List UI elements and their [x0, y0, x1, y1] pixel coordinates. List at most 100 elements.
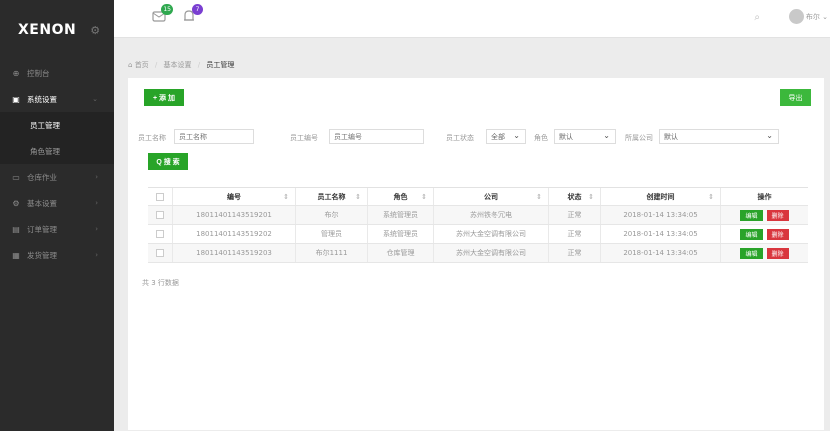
- cell-id: 18011401143519201: [173, 206, 296, 224]
- select-all-checkbox[interactable]: [156, 192, 164, 201]
- message-badge: 15: [161, 4, 173, 15]
- chevron-down-icon: ⌄: [766, 131, 773, 140]
- cell-company: 苏州大金空调有限公司: [434, 225, 549, 243]
- col-header-label: 创建时间: [646, 192, 675, 201]
- sidebar-item-system-settings[interactable]: ▣ 系统设置 ⌄: [0, 86, 114, 112]
- col-header-company[interactable]: 公司 ⇕: [434, 188, 549, 205]
- message-button[interactable]: 15: [150, 4, 173, 25]
- row-checkbox[interactable]: [156, 211, 164, 219]
- cell-created: 2018-01-14 13:34:05: [601, 225, 721, 243]
- sort-icon: ⇕: [283, 192, 289, 201]
- table-row: 18011401143519201 布尔 系统管理员 苏州铁冬冗电 正常 201…: [148, 206, 808, 225]
- sidebar-item-dashboard[interactable]: ⊕ 控制台: [0, 60, 114, 86]
- col-header-status[interactable]: 状态 ⇕: [549, 188, 601, 205]
- notification-badge: 7: [192, 4, 203, 15]
- status-select[interactable]: 全部 ⌄: [486, 129, 526, 144]
- delete-button[interactable]: 删除: [766, 228, 789, 240]
- employee-id-input[interactable]: [329, 129, 424, 144]
- avatar[interactable]: [789, 9, 804, 24]
- globe-icon: ⊕: [12, 68, 20, 78]
- sidebar-item-label: 系统设置: [27, 94, 57, 104]
- col-header-label: 编号: [227, 192, 241, 201]
- company-select[interactable]: 默认 ⌄: [659, 129, 779, 144]
- box-icon: ▦: [12, 250, 20, 260]
- role-select-value: 默认: [559, 132, 573, 141]
- col-header-role[interactable]: 角色 ⇕: [368, 188, 434, 205]
- logo: XENON: [18, 22, 77, 38]
- company-select-value: 默认: [664, 132, 678, 141]
- cell-actions: 编辑 删除: [721, 225, 808, 243]
- sidebar-subitem-role[interactable]: 角色管理: [0, 138, 114, 164]
- chevron-right-icon: ›: [95, 173, 98, 181]
- sidebar-subitem-employee[interactable]: 员工管理: [0, 112, 114, 138]
- status-select-value: 全部: [491, 132, 505, 141]
- topbar: 15 7 ⌕ 布尔 ⌄: [114, 0, 830, 38]
- col-header-label: 公司: [484, 192, 498, 201]
- add-button[interactable]: + 添 加: [144, 89, 184, 106]
- delete-button[interactable]: 删除: [766, 247, 789, 259]
- role-filter-label: 角色: [534, 134, 548, 142]
- chevron-down-icon: ⌄: [92, 95, 98, 103]
- sidebar-item-warehouse[interactable]: ▭ 仓库作业 ›: [0, 164, 114, 190]
- breadcrumb: ⌂ 首页 / 基本设置 / 员工管理: [128, 60, 234, 70]
- breadcrumb-separator: /: [154, 61, 158, 69]
- chevron-right-icon: ›: [95, 225, 98, 233]
- chevron-right-icon: ›: [95, 251, 98, 259]
- desktop-icon: ▭: [12, 172, 20, 182]
- sidebar-submenu: 员工管理 角色管理: [0, 112, 114, 164]
- col-header-label: 操作: [757, 192, 772, 201]
- breadcrumb-level1[interactable]: 基本设置: [164, 61, 192, 69]
- row-checkbox[interactable]: [156, 249, 164, 257]
- sidebar-item-label: 发货管理: [27, 250, 57, 260]
- cell-actions: 编辑 删除: [721, 206, 808, 224]
- cell-id: 18011401143519203: [173, 244, 296, 262]
- sidebar-item-label: 基本设置: [27, 198, 57, 208]
- notification-button[interactable]: 7: [180, 4, 203, 25]
- search-icon[interactable]: ⌕: [754, 12, 760, 23]
- company-filter-label: 所属公司: [625, 134, 653, 142]
- breadcrumb-home[interactable]: 首页: [135, 61, 149, 69]
- chevron-down-icon: ⌄: [603, 131, 610, 140]
- breadcrumb-separator: /: [197, 61, 201, 69]
- breadcrumb-current: 员工管理: [206, 61, 235, 69]
- col-header-label: 角色: [393, 192, 408, 201]
- cell-created: 2018-01-14 13:34:05: [601, 206, 721, 224]
- role-select[interactable]: 默认 ⌄: [554, 129, 616, 144]
- row-checkbox[interactable]: [156, 230, 164, 238]
- export-button[interactable]: 导出: [780, 89, 811, 106]
- edit-button[interactable]: 编辑: [740, 247, 763, 259]
- sort-icon: ⇕: [536, 192, 542, 201]
- cell-name: 布尔: [296, 206, 368, 224]
- cell-id: 18011401143519202: [173, 225, 296, 243]
- sidebar: XENON ⚙ ⊕ 控制台 ▣ 系统设置 ⌄ 员工管理 角色管理 ▭ 仓库作业 …: [0, 0, 114, 431]
- sidebar-item-shipping[interactable]: ▦ 发货管理 ›: [0, 242, 114, 268]
- cell-role: 系统管理员: [368, 225, 434, 243]
- cell-status: 正常: [549, 244, 601, 262]
- employee-name-input[interactable]: [174, 129, 254, 144]
- select-all-cell: [148, 188, 173, 205]
- cell-created: 2018-01-14 13:34:05: [601, 244, 721, 262]
- sidebar-item-basic-settings[interactable]: ⚙ 基本设置 ›: [0, 190, 114, 216]
- logo-row: XENON ⚙: [0, 0, 114, 60]
- col-header-name[interactable]: 员工名称 ⇕: [296, 188, 368, 205]
- col-header-id[interactable]: 编号 ⇕: [173, 188, 296, 205]
- row-select-cell: [148, 206, 173, 224]
- sidebar-toggle-icon[interactable]: ⚙: [90, 24, 100, 37]
- col-header-label: 状态: [567, 192, 582, 201]
- delete-button[interactable]: 删除: [766, 209, 789, 221]
- col-header-actions: 操作: [721, 188, 808, 205]
- sidebar-item-orders[interactable]: ▤ 订单管理 ›: [0, 216, 114, 242]
- cell-company: 苏州大金空调有限公司: [434, 244, 549, 262]
- cell-role: 系统管理员: [368, 206, 434, 224]
- edit-button[interactable]: 编辑: [740, 209, 763, 221]
- edit-button[interactable]: 编辑: [740, 228, 763, 240]
- sort-icon: ⇕: [355, 192, 361, 201]
- search-button[interactable]: Q 搜 索: [148, 153, 188, 170]
- table-row: 18011401143519202 管理员 系统管理员 苏州大金空调有限公司 正…: [148, 225, 808, 244]
- main-panel: + 添 加 导出 员工名称 员工编号 员工状态 全部 ⌄ 角色 默认 ⌄ 所属公…: [128, 78, 824, 430]
- table-header-row: 编号 ⇕ 员工名称 ⇕ 角色 ⇕ 公司 ⇕ 状态 ⇕ 创建时间 ⇕ 操作: [148, 188, 808, 206]
- col-header-label: 员工名称: [317, 192, 346, 201]
- col-header-created[interactable]: 创建时间 ⇕: [601, 188, 721, 205]
- employee-table: 编号 ⇕ 员工名称 ⇕ 角色 ⇕ 公司 ⇕ 状态 ⇕ 创建时间 ⇕ 操作 180114011…: [148, 187, 808, 263]
- user-menu[interactable]: 布尔 ⌄: [806, 12, 828, 22]
